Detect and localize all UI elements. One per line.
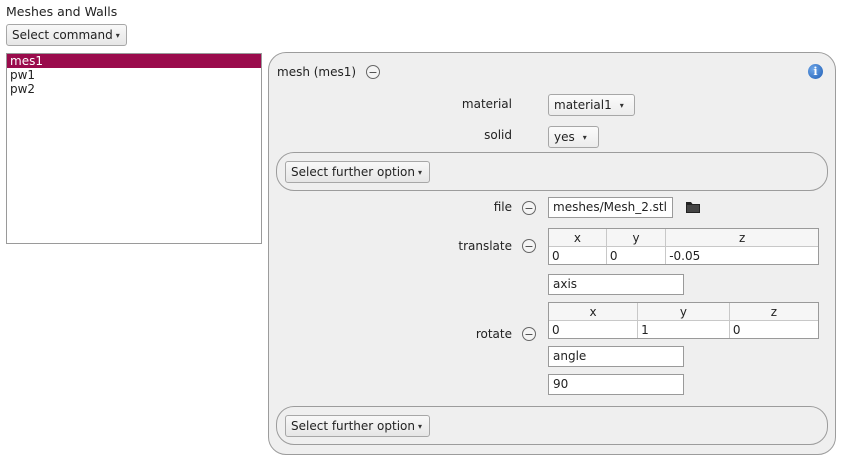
- file-path-input[interactable]: meshes/Mesh_2.stl: [548, 197, 673, 218]
- list-item[interactable]: pw1: [7, 68, 261, 82]
- angle-input[interactable]: 90: [548, 374, 684, 395]
- folder-icon[interactable]: [685, 200, 701, 217]
- rotate-axis-grid: x y z 0 1 0: [548, 302, 819, 339]
- mesh-list[interactable]: mes1 pw1 pw2: [6, 53, 262, 244]
- select-command-label: Select command: [12, 28, 113, 42]
- collapse-file-icon[interactable]: −: [522, 201, 536, 215]
- page-title: Meshes and Walls: [6, 4, 118, 19]
- translate-label: translate: [458, 239, 512, 253]
- axis-label-field: axis: [548, 274, 684, 295]
- grid-header-x: x: [549, 229, 607, 247]
- list-item[interactable]: pw2: [7, 82, 261, 96]
- rotate-label: rotate: [475, 327, 512, 341]
- material-select[interactable]: material1 ▾: [548, 94, 635, 116]
- grid-header-x: x: [549, 303, 639, 321]
- grid-header-y: y: [637, 303, 730, 321]
- angle-label-field: angle: [548, 346, 684, 367]
- translate-y-input[interactable]: 0: [606, 246, 667, 264]
- solid-label: solid: [484, 128, 512, 142]
- solid-select[interactable]: yes ▾: [548, 126, 599, 148]
- translate-z-input[interactable]: -0.05: [666, 247, 818, 265]
- further-option-label: Select further option: [291, 165, 415, 179]
- chevron-down-icon: ▾: [417, 167, 422, 177]
- panel-header-label: mesh (mes1): [277, 65, 357, 79]
- solid-value: yes: [554, 130, 575, 144]
- select-further-option-button-1[interactable]: Select further option ▾: [285, 161, 430, 183]
- rotate-axis-x-input[interactable]: 0: [549, 320, 639, 338]
- material-label: material: [461, 97, 512, 111]
- info-icon[interactable]: i: [808, 64, 823, 79]
- grid-header-y: y: [606, 229, 667, 247]
- translate-grid: x y z 0 0 -0.05: [548, 228, 819, 265]
- chevron-down-icon: ▾: [115, 30, 120, 40]
- file-label: file: [493, 200, 512, 214]
- collapse-translate-icon[interactable]: −: [522, 239, 536, 253]
- chevron-down-icon: ▾: [619, 100, 624, 110]
- collapse-mesh-icon[interactable]: −: [366, 65, 380, 79]
- select-command-button[interactable]: Select command ▾: [6, 24, 127, 46]
- collapse-rotate-icon[interactable]: −: [522, 327, 536, 341]
- grid-header-z: z: [729, 303, 818, 321]
- further-option-label: Select further option: [291, 419, 415, 433]
- chevron-down-icon: ▾: [417, 421, 422, 431]
- chevron-down-icon: ▾: [582, 132, 587, 142]
- select-further-option-button-2[interactable]: Select further option ▾: [285, 415, 430, 437]
- list-item[interactable]: mes1: [7, 54, 261, 68]
- translate-x-input[interactable]: 0: [549, 246, 607, 264]
- rotate-axis-y-input[interactable]: 1: [637, 320, 730, 338]
- rotate-axis-z-input[interactable]: 0: [729, 321, 818, 339]
- material-value: material1: [554, 98, 612, 112]
- grid-header-z: z: [665, 229, 818, 247]
